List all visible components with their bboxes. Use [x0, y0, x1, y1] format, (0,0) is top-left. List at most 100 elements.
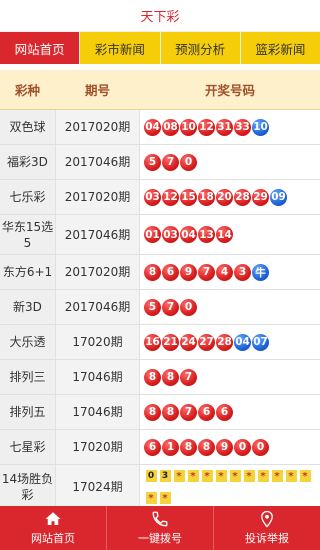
red-ball: 18 — [198, 188, 215, 206]
header-numbers: 开奖号码 — [204, 83, 255, 98]
result-square: * — [215, 470, 227, 482]
table-row[interactable]: 东方6+1 2017020期 8 6 9 7 4 3 牛 — [0, 255, 320, 290]
red-ball: 9 — [180, 263, 197, 281]
red-ball: 12 — [198, 118, 215, 136]
nav-dial-label: 一键拨号 — [138, 532, 182, 545]
red-ball: 7 — [162, 153, 179, 171]
lottery-name: 双色球 — [0, 110, 55, 144]
issue-number: 17046期 — [55, 360, 140, 394]
tab-prediction[interactable]: 预测分析 — [161, 32, 241, 64]
table-row[interactable]: 14场胜负彩 17024期 0 3 * * * * * * * * * * * * — [0, 465, 320, 510]
table-row[interactable]: 华东15选5 2017046期 01 03 04 13 14 — [0, 215, 320, 255]
red-ball: 7 — [180, 403, 197, 421]
table-header: 彩种 期号 开奖号码 — [0, 70, 320, 110]
blue-ball: 09 — [270, 188, 287, 206]
table-body: 双色球 2017020期 04 08 10 12 31 33 10 福彩3D 2017046期 5 7 0… — [0, 110, 320, 510]
lottery-name: 排列五 — [0, 395, 55, 429]
red-ball: 10 — [180, 118, 197, 136]
red-ball: 8 — [180, 438, 197, 456]
app-title: 天下彩 — [0, 0, 320, 32]
red-ball: 5 — [144, 298, 161, 316]
red-ball: 20 — [216, 188, 233, 206]
lottery-name: 排列三 — [0, 360, 55, 394]
red-ball: 4 — [216, 263, 233, 281]
red-ball: 5 — [144, 153, 161, 171]
red-ball: 21 — [162, 333, 179, 351]
red-ball: 8 — [144, 403, 161, 421]
red-ball: 7 — [162, 298, 179, 316]
results-table: 彩种 期号 开奖号码 双色球 2017020期 04 08 10 12 31 33 10 福彩3D… — [0, 70, 320, 510]
issue-number: 17020期 — [55, 325, 140, 359]
draw-numbers: 570 — [140, 145, 320, 179]
red-ball: 8 — [162, 368, 179, 386]
blue-ball: 10 — [252, 118, 269, 136]
result-square: * — [201, 470, 213, 482]
header-issue: 期号 — [84, 83, 110, 98]
header-lottery-type: 彩种 — [14, 83, 40, 98]
issue-number: 17024期 — [55, 465, 140, 509]
nav-complaint[interactable]: 投诉举报 — [214, 506, 320, 550]
red-ball: 31 — [216, 118, 233, 136]
issue-number: 2017046期 — [55, 145, 140, 179]
result-square: * — [271, 470, 283, 482]
result-square: 0 — [145, 470, 157, 482]
lottery-name: 七乐彩 — [0, 180, 55, 214]
nav-home-label: 网站首页 — [31, 532, 75, 545]
draw-numbers: 6188900 — [140, 430, 320, 464]
red-ball: 04 — [180, 226, 197, 243]
lottery-name: 华东15选5 — [0, 215, 55, 254]
lottery-name: 福彩3D — [0, 145, 55, 179]
red-ball: 29 — [252, 188, 269, 206]
red-ball: 16 — [144, 333, 161, 351]
nav-dial[interactable]: 一键拨号 — [107, 506, 214, 550]
lottery-name: 七星彩 — [0, 430, 55, 464]
red-ball: 01 — [144, 226, 161, 243]
draw-numbers: 03 12 15 18 20 28 29 09 — [140, 180, 320, 214]
table-row[interactable]: 排列五 17046期 8 8 7 6 6 — [0, 395, 320, 430]
red-ball: 04 — [144, 118, 161, 136]
red-ball: 03 — [162, 226, 179, 243]
tab-basketball-news[interactable]: 篮彩新闻 — [241, 32, 320, 64]
draw-numbers: 0 3 * * * * * * * * * * * * — [140, 465, 320, 509]
red-ball: 28 — [234, 188, 251, 206]
table-row[interactable]: 大乐透 17020期 16 21 24 27 28 04 07 — [0, 325, 320, 360]
blue-ball: 牛 — [252, 263, 269, 281]
draw-numbers: 869743牛 — [140, 255, 320, 289]
red-ball: 7 — [198, 263, 215, 281]
red-ball: 6 — [144, 438, 161, 456]
draw-numbers: 887 — [140, 360, 320, 394]
result-square: * — [257, 470, 269, 482]
red-ball: 28 — [216, 333, 233, 351]
table-row[interactable]: 新3D 2017046期 5 7 0 — [0, 290, 320, 325]
tab-home[interactable]: 网站首页 — [0, 32, 81, 64]
draw-numbers: 88766 — [140, 395, 320, 429]
red-ball: 6 — [198, 403, 215, 421]
table-row[interactable]: 福彩3D 2017046期 5 7 0 — [0, 145, 320, 180]
table-row[interactable]: 双色球 2017020期 04 08 10 12 31 33 10 — [0, 110, 320, 145]
red-ball: 14 — [216, 226, 233, 243]
blue-ball: 04 — [234, 333, 251, 351]
home-icon — [45, 512, 61, 525]
red-ball: 27 — [198, 333, 215, 351]
result-square: * — [229, 470, 241, 482]
result-square: * — [299, 470, 311, 482]
red-ball: 03 — [144, 188, 161, 206]
table-row[interactable]: 排列三 17046期 8 8 7 — [0, 360, 320, 395]
result-square: * — [173, 470, 185, 482]
tab-lottery-news[interactable]: 彩市新闻 — [80, 32, 161, 64]
red-ball: 8 — [144, 263, 161, 281]
draw-numbers: 570 — [140, 290, 320, 324]
table-row[interactable]: 七星彩 17020期 6 1 8 8 9 0 0 — [0, 430, 320, 465]
lottery-name: 14场胜负彩 — [0, 465, 55, 509]
phone-icon — [152, 511, 168, 527]
red-ball: 6 — [216, 403, 233, 421]
table-row[interactable]: 七乐彩 2017020期 03 12 15 18 20 28 29 09 — [0, 180, 320, 215]
red-ball: 0 — [252, 438, 269, 456]
red-ball: 8 — [144, 368, 161, 386]
red-ball: 8 — [162, 403, 179, 421]
result-square: * — [243, 470, 255, 482]
draw-numbers: 01 03 04 13 14 — [140, 215, 320, 254]
nav-home[interactable]: 网站首页 — [0, 506, 107, 550]
result-square: * — [285, 470, 297, 482]
bottom-nav: 网站首页 一键拨号 投诉举报 — [0, 506, 320, 550]
